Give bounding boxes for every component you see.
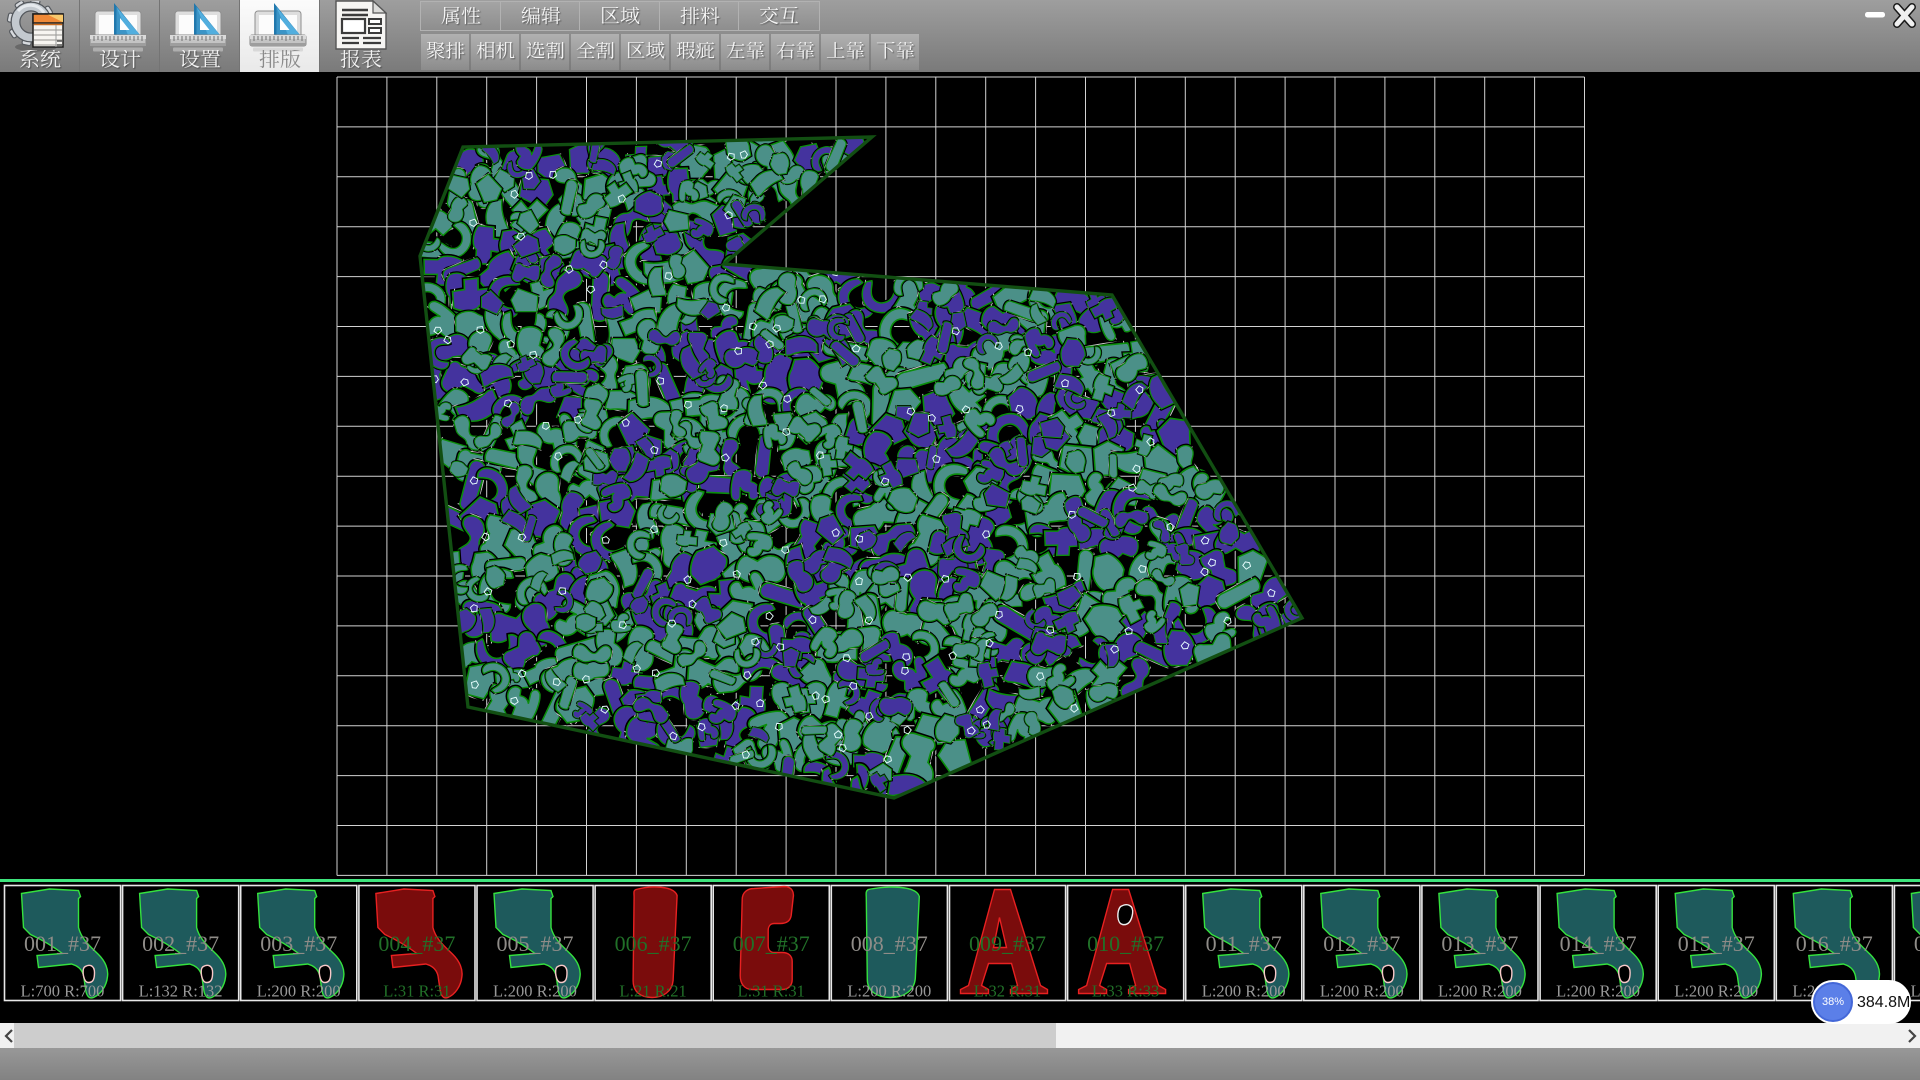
svg-text:L:200 R:200: L:200 R:200 <box>1674 982 1758 1001</box>
svg-text:001_#37: 001_#37 <box>24 931 101 956</box>
svg-text:010_#37: 010_#37 <box>1087 931 1164 956</box>
svg-text:013_#37: 013_#37 <box>1441 931 1518 956</box>
svg-text:012_#37: 012_#37 <box>1323 931 1400 956</box>
svg-text:007_#37: 007_#37 <box>733 931 810 956</box>
svg-text:016_#37: 016_#37 <box>1796 931 1873 956</box>
svg-text:004_#37: 004_#37 <box>378 931 455 956</box>
svg-text:009_#37: 009_#37 <box>969 931 1046 956</box>
svg-text:L:32 R:31: L:32 R:31 <box>974 982 1041 1001</box>
svg-text:L:200 R:200: L:200 R:200 <box>493 982 577 1001</box>
svg-text:005_#37: 005_#37 <box>497 931 574 956</box>
svg-text:011_#37: 011_#37 <box>1206 931 1282 956</box>
svg-text:L:31 R:31: L:31 R:31 <box>383 982 450 1001</box>
svg-text:L:33 R:33: L:33 R:33 <box>1092 982 1159 1001</box>
svg-text:L:31 R:31: L:31 R:31 <box>738 982 805 1001</box>
svg-text:L:700 R:700: L:700 R:700 <box>21 982 105 1001</box>
svg-text:L:200 R:200: L:200 R:200 <box>1556 982 1640 1001</box>
svg-text:L:21 R:21: L:21 R:21 <box>619 982 686 1001</box>
svg-text:002_#37: 002_#37 <box>142 931 219 956</box>
svg-text:L:132 R:132: L:132 R:132 <box>139 982 223 1001</box>
svg-text:L:200 R:200: L:200 R:200 <box>1320 982 1404 1001</box>
svg-text:014_#37: 014_#37 <box>1560 931 1637 956</box>
svg-text:L:200 R:200: L:200 R:200 <box>1202 982 1286 1001</box>
svg-text:L:200 R:200: L:200 R:200 <box>257 982 341 1001</box>
svg-text:008_#37: 008_#37 <box>851 931 928 956</box>
svg-text:015_#37: 015_#37 <box>1678 931 1755 956</box>
svg-text:003_#37: 003_#37 <box>260 931 337 956</box>
svg-text:006_#37: 006_#37 <box>615 931 692 956</box>
svg-text:L:200 R:200: L:200 R:200 <box>847 982 931 1001</box>
svg-text:L:200 R:200: L:200 R:200 <box>1910 982 1920 1001</box>
svg-text:017_#37: 017_#37 <box>1914 931 1920 956</box>
svg-text:L:200 R:200: L:200 R:200 <box>1438 982 1522 1001</box>
